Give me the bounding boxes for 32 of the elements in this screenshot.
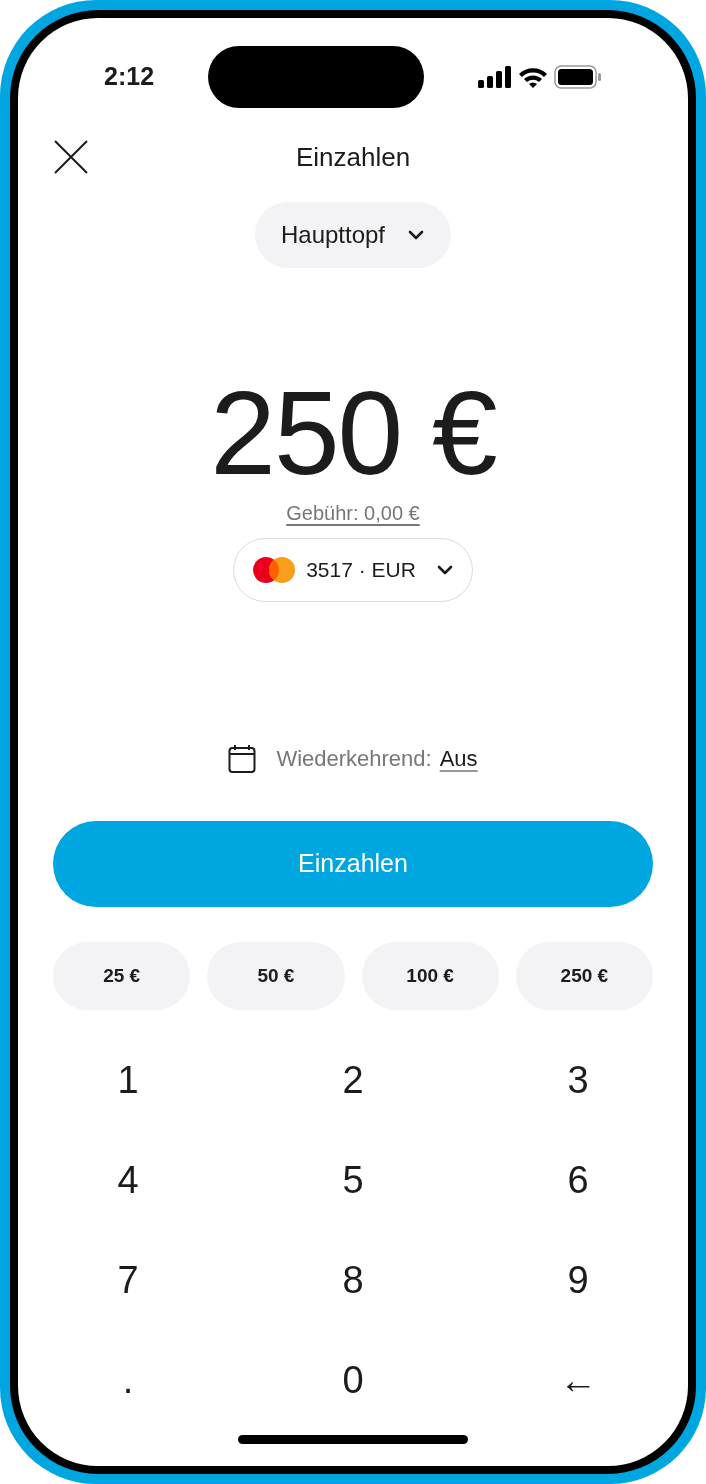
keypad-key[interactable]: 8 (278, 1230, 428, 1330)
status-time: 2:12 (104, 61, 155, 93)
recurring-label: Wiederkehrend: (276, 745, 432, 773)
chevron-down-icon (407, 229, 426, 241)
battery-icon (554, 65, 602, 89)
keypad-key[interactable]: ← (503, 1330, 653, 1430)
signal-icon (478, 66, 512, 88)
calendar-icon (228, 743, 257, 774)
quick-amount-button[interactable]: 25 € (53, 942, 191, 1010)
keypad-key[interactable]: 6 (503, 1130, 653, 1230)
keypad-key[interactable]: 5 (278, 1130, 428, 1230)
screen-title: Einzahlen (295, 140, 411, 174)
keypad-key[interactable]: 1 (53, 1030, 203, 1130)
quick-amount-button[interactable]: 50 € (207, 942, 345, 1010)
card-logo-icon (252, 556, 297, 584)
wifi-icon (518, 66, 548, 88)
recurring-toggle-link[interactable]: Aus (439, 742, 478, 775)
keypad-key[interactable]: 2 (278, 1030, 428, 1130)
pot-selector[interactable]: Haupttopf (254, 202, 452, 268)
keypad-key[interactable]: 4 (53, 1130, 203, 1230)
close-button[interactable] (53, 139, 89, 175)
keypad-key[interactable]: 7 (53, 1230, 203, 1330)
fee-link[interactable]: Gebühr: 0,00 € (286, 498, 420, 528)
chevron-down-icon (435, 564, 454, 576)
close-icon (54, 140, 88, 174)
quick-amount-button[interactable]: 100 € (361, 942, 499, 1010)
amount-display: 250 € (210, 368, 496, 498)
keypad-key[interactable]: 3 (503, 1030, 653, 1130)
keypad-key[interactable]: 9 (503, 1230, 653, 1330)
quick-amount-button[interactable]: 250 € (515, 942, 653, 1010)
keypad-key[interactable]: 0 (278, 1330, 428, 1430)
keypad-key[interactable]: . (53, 1330, 203, 1430)
